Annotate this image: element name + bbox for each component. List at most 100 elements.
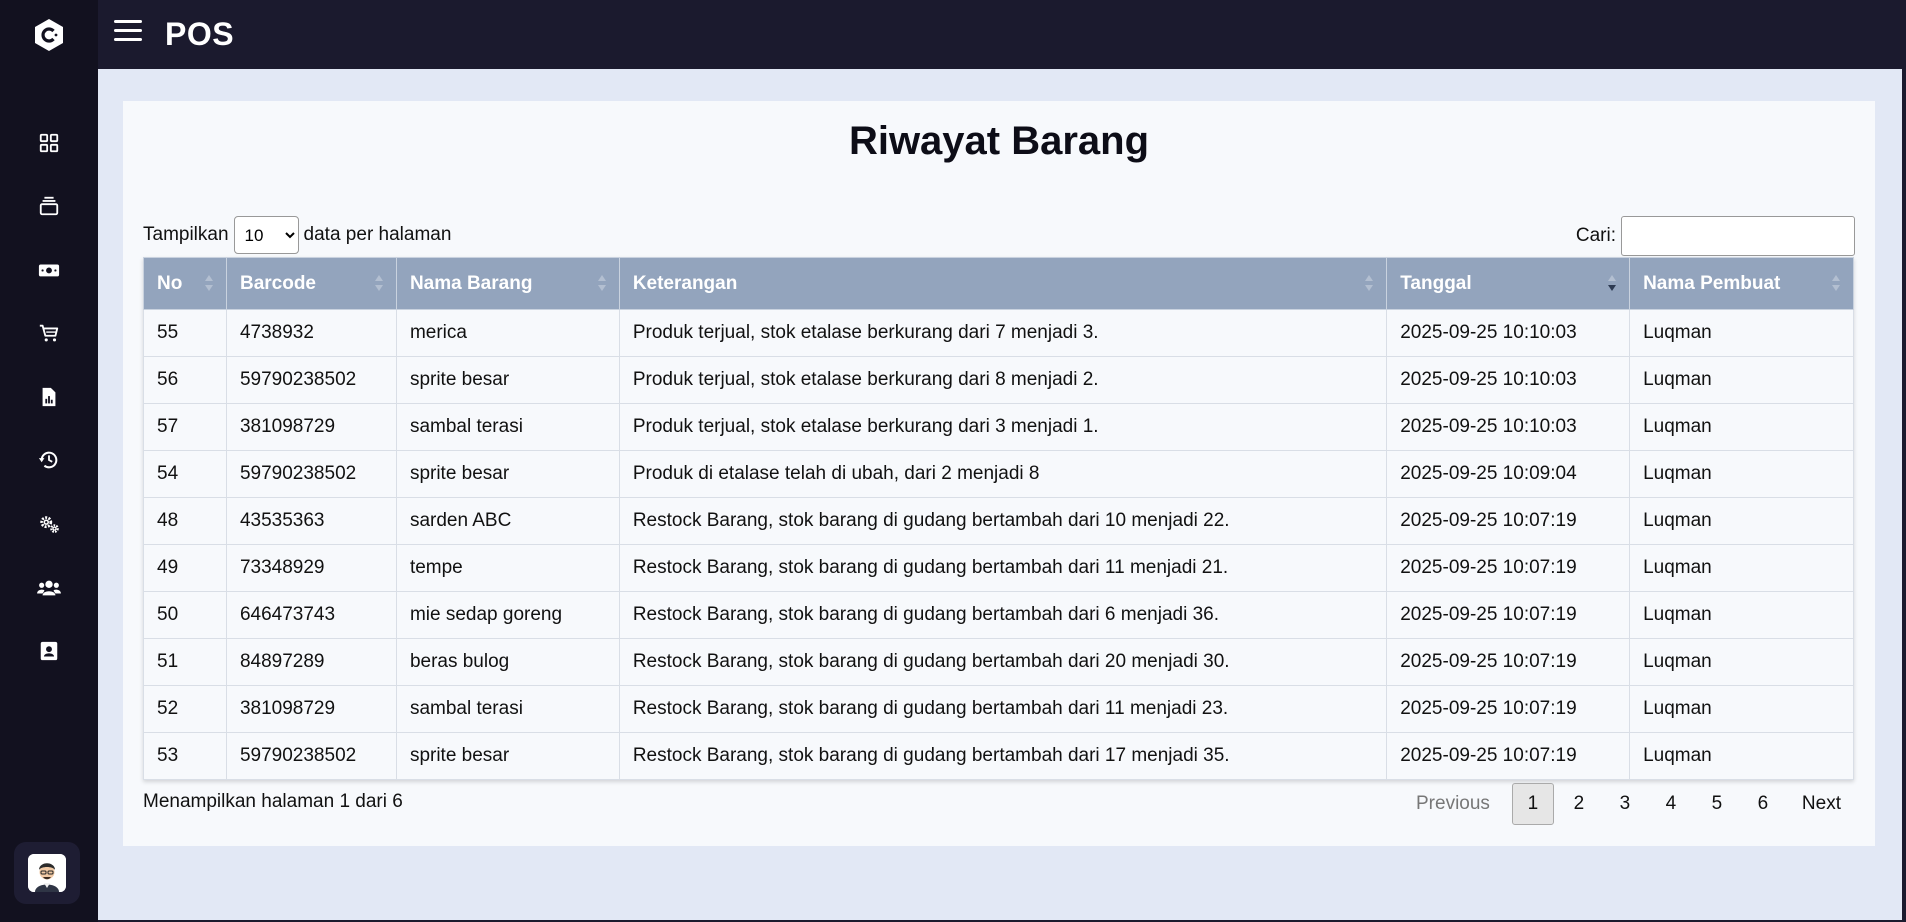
table-row: 50 646473743 mie sedap goreng Restock Baran…: [143, 591, 1854, 639]
cell-barcode: 59790238502: [225, 450, 397, 498]
cell-barcode: 646473743: [225, 591, 397, 639]
settings-icon: [40, 516, 59, 533]
search-label: Cari:: [1575, 225, 1616, 246]
cell-barcode: 73348929: [225, 544, 397, 592]
cell-keterangan: Restock Barang, stok barang di gudang be…: [618, 591, 1388, 639]
cell-keterangan: Restock Barang, stok barang di gudang be…: [618, 544, 1388, 592]
cell-nama-barang: sambal terasi: [395, 403, 620, 451]
pagination-page-4[interactable]: 4: [1650, 783, 1692, 825]
report-icon: [42, 387, 56, 407]
dashboard-icon: [39, 133, 59, 153]
sidebar-item-dashboard[interactable]: [29, 123, 69, 163]
pagination-page-6[interactable]: 6: [1742, 783, 1784, 825]
sidebar-item-settings[interactable]: [29, 504, 69, 544]
cell-no: 53: [143, 732, 227, 780]
page-length-select[interactable]: 102550100: [233, 216, 299, 254]
app-logo-icon[interactable]: [33, 18, 65, 52]
sidebar-item-cash[interactable]: [29, 250, 69, 290]
sidebar-item-history[interactable]: [29, 440, 69, 480]
cell-nama-barang: sprite besar: [395, 356, 620, 404]
cell-nama-pembuat: Luqman: [1629, 685, 1854, 733]
sidebar-item-profile[interactable]: [29, 631, 69, 671]
cell-keterangan: Restock Barang, stok barang di gudang be…: [618, 732, 1388, 780]
profile-card-icon: [40, 641, 58, 661]
cell-nama-pembuat: Luqman: [1629, 356, 1854, 404]
cell-keterangan: Restock Barang, stok barang di gudang be…: [618, 638, 1388, 686]
pagination-page-3[interactable]: 3: [1604, 783, 1646, 825]
cell-tanggal: 2025-09-25 10:07:19: [1386, 732, 1631, 780]
cell-nama-barang: sprite besar: [395, 450, 620, 498]
cell-keterangan: Produk terjual, stok etalase berkurang d…: [618, 309, 1388, 357]
pagination-page-2[interactable]: 2: [1558, 783, 1600, 825]
table-header-row: No Barcode Nama Barang Keterangan Tanggal Nam…: [143, 257, 1854, 310]
page-length-suffix: data per halaman: [303, 224, 452, 245]
column-header-tanggal[interactable]: Tanggal: [1386, 257, 1631, 310]
page-length-prefix: Tampilkan: [143, 224, 229, 245]
top-bar: POS: [98, 0, 1906, 69]
sidebar: [0, 0, 98, 922]
cell-barcode: 59790238502: [225, 356, 397, 404]
sidebar-item-users[interactable]: [29, 568, 69, 608]
column-header-label: Tanggal: [1400, 272, 1472, 294]
cell-barcode: 381098729: [225, 403, 397, 451]
table-row: 53 59790238502 sprite besar Restock Barang,…: [143, 732, 1854, 780]
search-input[interactable]: [1621, 216, 1855, 256]
history-card: Riwayat Barang Tampilkan 102550100 data …: [123, 101, 1875, 846]
pagination-page-1[interactable]: 1: [1511, 783, 1554, 825]
cell-keterangan: Produk di etalase telah di ubah, dari 2 …: [618, 450, 1388, 498]
users-icon: [37, 580, 61, 596]
cart-icon: [39, 324, 59, 342]
user-avatar-button[interactable]: [14, 842, 80, 904]
cell-barcode: 381098729: [225, 685, 397, 733]
cell-barcode: 43535363: [225, 497, 397, 545]
column-header-nama-pembuat[interactable]: Nama Pembuat: [1629, 257, 1854, 310]
pagination-page-5[interactable]: 5: [1696, 783, 1738, 825]
cell-tanggal: 2025-09-25 10:09:04: [1386, 450, 1631, 498]
table-row: 51 84897289 beras bulog Restock Barang, sto…: [143, 638, 1854, 686]
pagination: Previous 1 2 3 4 5 6 Next: [1394, 783, 1855, 825]
sidebar-item-cart[interactable]: [29, 313, 69, 353]
table-row: 48 43535363 sarden ABC Restock Barang, stok…: [143, 497, 1854, 545]
cell-nama-barang: sambal terasi: [395, 685, 620, 733]
cell-tanggal: 2025-09-25 10:07:19: [1386, 497, 1631, 545]
column-header-nama-barang[interactable]: Nama Barang: [395, 257, 620, 310]
sort-icon: [204, 273, 214, 293]
cell-nama-barang: beras bulog: [395, 638, 620, 686]
column-header-keterangan[interactable]: Keterangan: [618, 257, 1388, 310]
pagination-previous-button[interactable]: Previous: [1398, 783, 1508, 825]
app-title: POS: [165, 16, 235, 52]
cell-nama-pembuat: Luqman: [1629, 497, 1854, 545]
inventory-stack-icon: [39, 196, 59, 216]
hamburger-menu-icon[interactable]: [114, 20, 142, 44]
column-header-barcode[interactable]: Barcode: [225, 257, 397, 310]
table-row: 55 4738932 merica Produk terjual, stok etal…: [143, 309, 1854, 357]
cell-keterangan: Produk terjual, stok etalase berkurang d…: [618, 403, 1388, 451]
cell-tanggal: 2025-09-25 10:07:19: [1386, 591, 1631, 639]
cell-barcode: 4738932: [225, 309, 397, 357]
pagination-next-button[interactable]: Next: [1788, 783, 1855, 825]
cell-nama-pembuat: Luqman: [1629, 309, 1854, 357]
column-header-label: No: [157, 272, 183, 294]
page-length-control: Tampilkan 102550100 data per halaman: [143, 216, 451, 254]
main-content: Riwayat Barang Tampilkan 102550100 data …: [98, 69, 1902, 920]
column-header-label: Keterangan: [632, 272, 738, 294]
cell-keterangan: Restock Barang, stok barang di gudang be…: [618, 685, 1388, 733]
cell-no: 52: [143, 685, 227, 733]
cell-no: 51: [143, 638, 227, 686]
table-body: 55 4738932 merica Produk terjual, stok etal…: [143, 309, 1854, 780]
cell-nama-barang: tempe: [395, 544, 620, 592]
history-icon: [38, 451, 58, 469]
cell-nama-pembuat: Luqman: [1629, 403, 1854, 451]
cell-nama-barang: mie sedap goreng: [395, 591, 620, 639]
cell-tanggal: 2025-09-25 10:10:03: [1386, 309, 1631, 357]
cell-nama-pembuat: Luqman: [1629, 591, 1854, 639]
sidebar-item-report[interactable]: [29, 377, 69, 417]
cell-nama-pembuat: Luqman: [1629, 732, 1854, 780]
sidebar-item-inventory[interactable]: [29, 186, 69, 226]
cell-nama-pembuat: Luqman: [1629, 638, 1854, 686]
cell-no: 56: [143, 356, 227, 404]
column-header-no[interactable]: No: [143, 257, 227, 310]
table-row: 56 59790238502 sprite besar Produk terjual,…: [143, 356, 1854, 404]
cell-no: 54: [143, 450, 227, 498]
money-icon: [38, 264, 60, 277]
